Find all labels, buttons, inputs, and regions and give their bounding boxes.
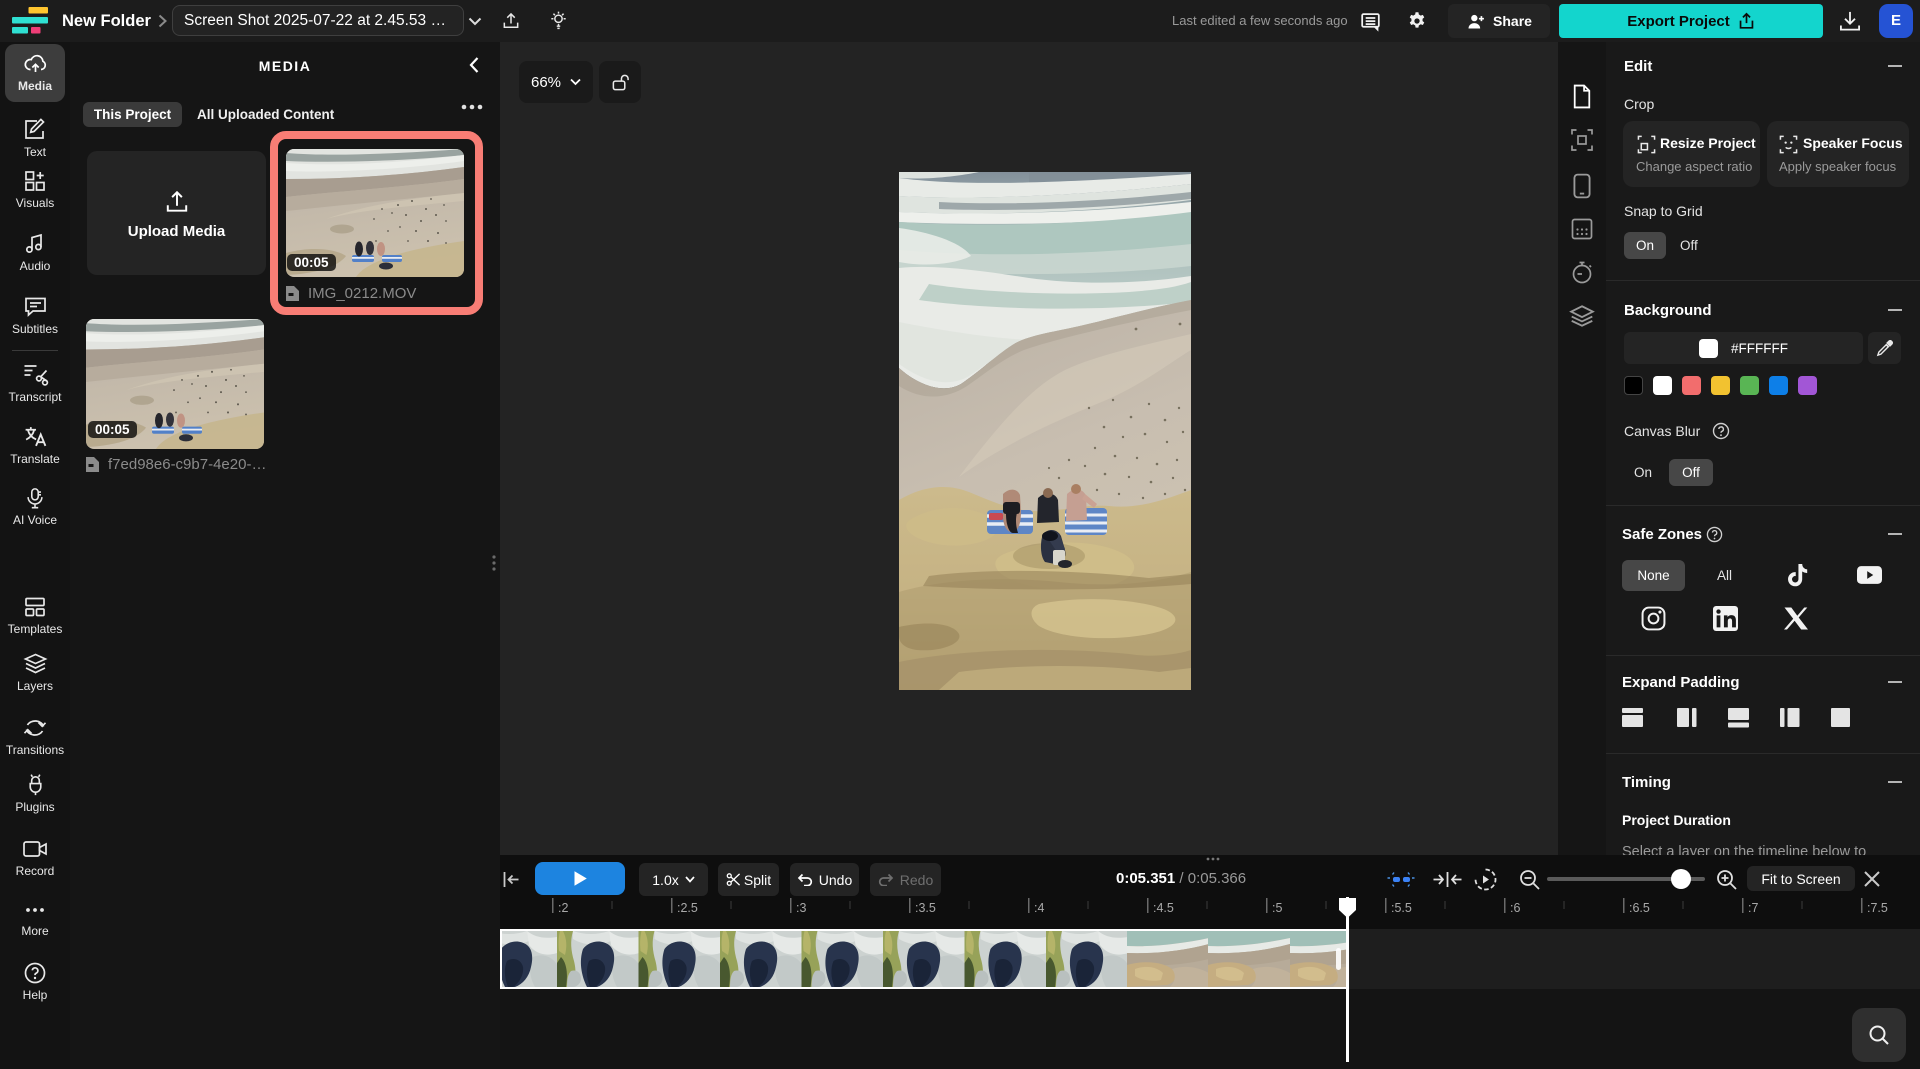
svg-text::5: :5	[1272, 901, 1282, 915]
svg-text::4.5: :4.5	[1153, 901, 1174, 915]
svg-text::3: :3	[796, 901, 806, 915]
svg-text::7: :7	[1748, 901, 1758, 915]
svg-text::4: :4	[1034, 901, 1044, 915]
svg-text::7.5: :7.5	[1867, 901, 1888, 915]
svg-text::5.5: :5.5	[1391, 901, 1412, 915]
svg-text::6.5: :6.5	[1629, 901, 1650, 915]
svg-text::6: :6	[1510, 901, 1520, 915]
svg-text::2: :2	[558, 901, 568, 915]
svg-text::2.5: :2.5	[677, 901, 698, 915]
svg-text::3.5: :3.5	[915, 901, 936, 915]
